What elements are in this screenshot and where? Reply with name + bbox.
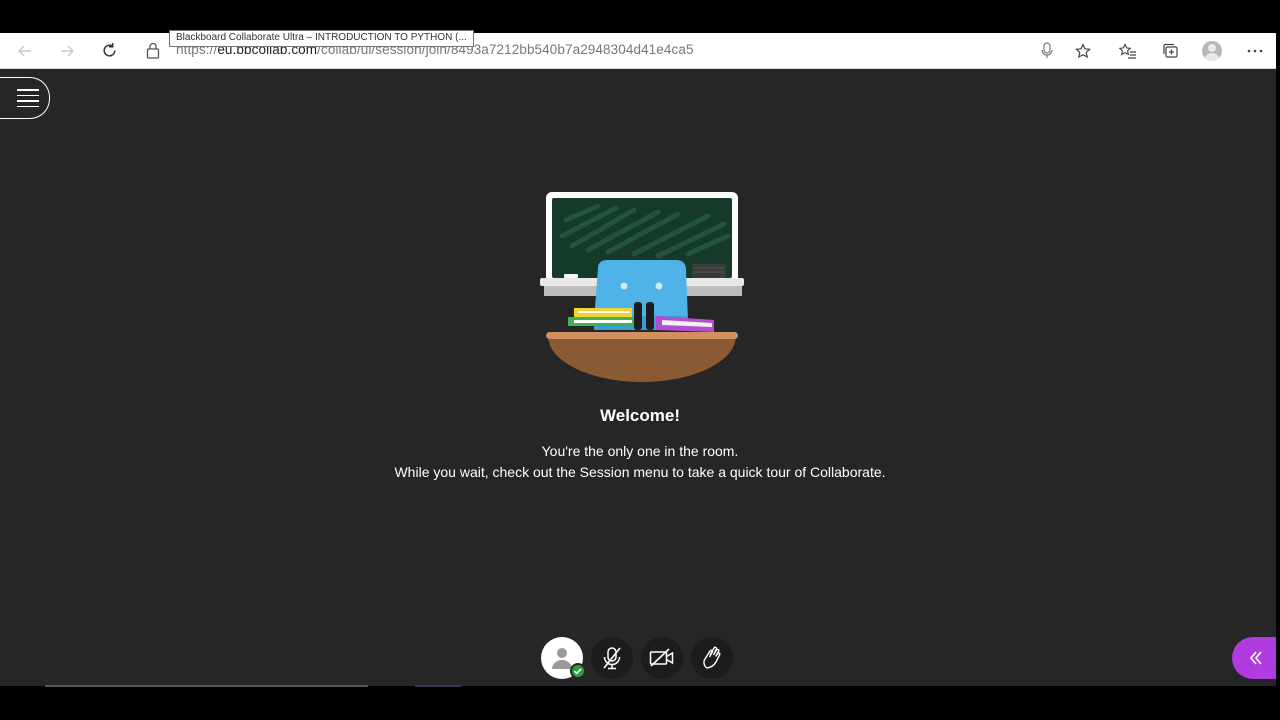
microphone-toggle-button[interactable] xyxy=(591,637,633,679)
raise-hand-button[interactable] xyxy=(691,637,733,679)
welcome-message-line1: You're the only one in the room. xyxy=(541,443,739,459)
hamburger-icon xyxy=(16,89,39,107)
back-icon[interactable] xyxy=(8,33,42,68)
welcome-title: Welcome! xyxy=(600,406,680,425)
chalk-piece xyxy=(564,274,578,278)
double-chevron-left-icon xyxy=(1249,651,1262,665)
top-black-strip xyxy=(0,0,1280,33)
forward-icon[interactable] xyxy=(50,33,84,68)
user-avatar-icon xyxy=(552,648,572,669)
horizontal-scroll-indicator-secondary xyxy=(415,685,461,687)
chair-slot xyxy=(646,302,654,330)
bottom-black-strip xyxy=(0,686,1280,720)
book-pages xyxy=(574,320,632,323)
classroom-illustration xyxy=(540,192,744,382)
favorite-star-icon[interactable] xyxy=(1066,33,1100,68)
profile-avatar xyxy=(1202,40,1222,61)
welcome-message-line2: While you wait, check out the Session me… xyxy=(394,464,886,480)
microphone-icon[interactable] xyxy=(1030,33,1064,68)
desk-base xyxy=(548,336,736,382)
chair-slot xyxy=(634,302,642,330)
raise-hand-icon xyxy=(703,646,721,669)
book-pages xyxy=(578,311,630,313)
more-icon[interactable] xyxy=(1238,33,1272,68)
collections-icon[interactable] xyxy=(1153,33,1187,68)
my-status-button[interactable] xyxy=(541,637,586,679)
camera-off-icon xyxy=(649,648,674,667)
tab-title-tooltip: Blackboard Collaborate Ultra – INTRODUCT… xyxy=(169,30,474,47)
refresh-icon[interactable] xyxy=(92,33,126,68)
favorites-list-icon[interactable] xyxy=(1111,33,1145,68)
horizontal-scroll-indicator xyxy=(45,685,368,687)
camera-toggle-button[interactable] xyxy=(641,637,683,679)
window-right-edge xyxy=(1276,33,1280,720)
session-menu-button[interactable] xyxy=(0,77,50,119)
desk-top xyxy=(546,332,738,339)
collaborate-panel-toggle[interactable] xyxy=(1232,637,1280,679)
lock-icon[interactable] xyxy=(146,42,164,60)
eraser xyxy=(692,264,726,278)
chair-bolt xyxy=(620,282,628,290)
chair-bolt xyxy=(655,282,663,290)
status-available-badge xyxy=(570,663,586,679)
profile-icon[interactable] xyxy=(1195,33,1229,68)
microphone-off-icon xyxy=(603,647,621,670)
